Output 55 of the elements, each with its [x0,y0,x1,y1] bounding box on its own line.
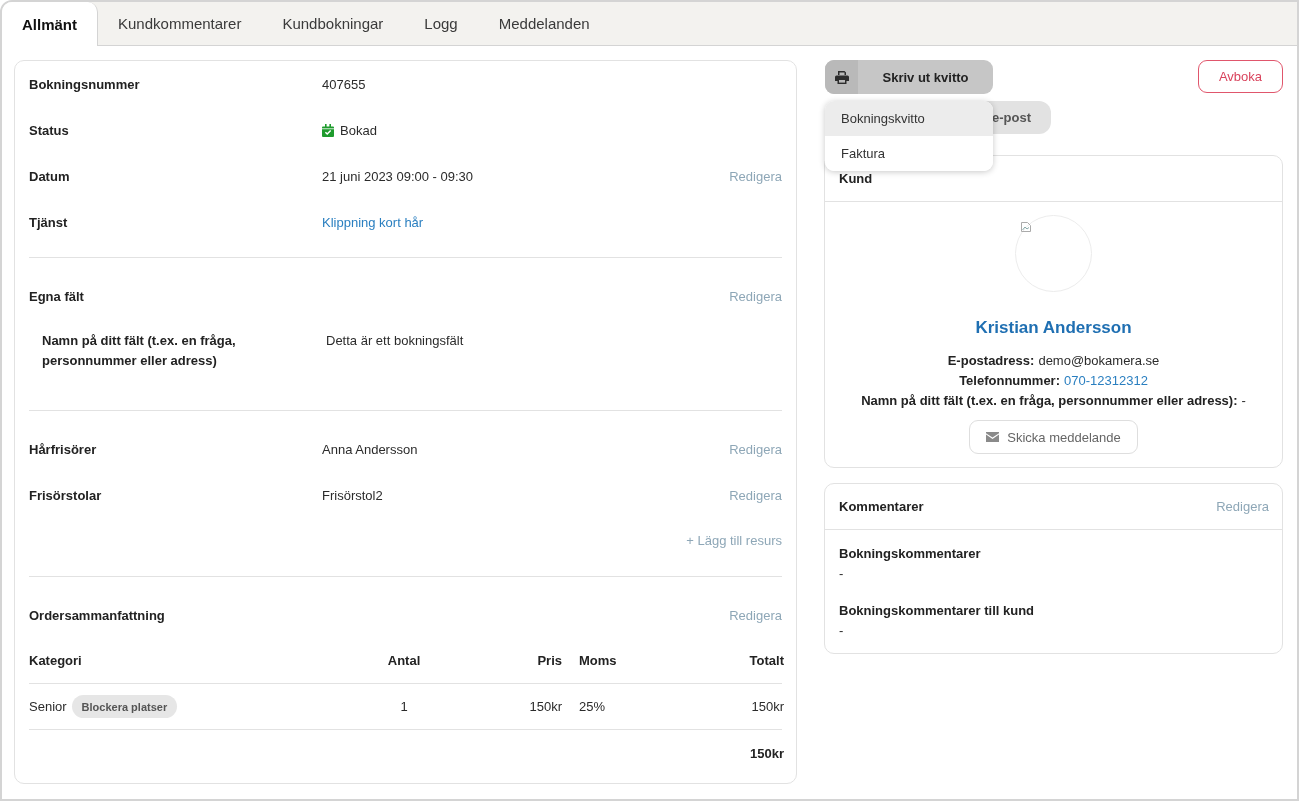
card-title: Kommentarer [839,499,924,514]
tab[interactable]: Kundkommentarer [98,2,263,45]
table-cell-text: 1 [399,699,409,714]
column-header: Pris [536,653,562,668]
field-label: Frisörstolar [29,487,103,503]
comment-value: - [839,565,845,583]
tab[interactable]: Meddelanden [478,2,611,45]
phone-link[interactable]: 070-12312312 [1064,371,1148,391]
column-header: Antal [386,653,422,668]
section-title: Egna fält [29,288,85,304]
field-label: Datum [29,168,71,184]
field-value: Detta är ett bokningsfält [326,333,464,348]
table-cell-text: 150kr [750,699,784,714]
customer-name[interactable]: Kristian Andersson [975,316,1132,340]
broken-image-icon [1021,222,1031,232]
tab[interactable]: Allmänt [2,2,98,46]
cancel-booking-button[interactable]: Avboka [1198,60,1283,93]
table-cell-text: 150kr [528,699,562,714]
menu-item[interactable]: Bokningskvitto [825,101,993,136]
send-message-button[interactable]: Skicka meddelande [969,420,1138,454]
tag: Blockera platser [71,695,178,718]
comment-value: - [839,622,845,640]
column-header: Totalt [748,653,784,668]
field-label: Namn på ditt fält (t.ex. en fråga, personnummer eller adress) [42,332,237,370]
grand-total: 150kr [749,745,784,761]
field-label: Status [29,122,70,138]
info-label: Telefonnummer: [959,372,1060,390]
status-text: Bokad [340,122,377,138]
section-title: Ordersammanfattning [29,607,166,623]
table-cell: Senior [29,699,67,714]
field-value: 21 juni 2023 09:00 - 09:30 [322,168,474,184]
info-value: - [1241,392,1246,410]
column-header: Kategori [29,653,83,668]
table-cell-text: 25% [578,699,607,714]
field-value: 407655 [322,76,366,92]
info-label: E-postadress: [947,352,1035,370]
service-link[interactable]: Klippning kort hår [322,214,424,230]
card-title: Kund [839,171,873,186]
tab[interactable]: Logg [404,2,479,45]
field-label: Bokningsnummer [29,76,141,92]
info-value: demo@bokamera.se [1038,352,1160,370]
comment-label: Bokningskommentarer [839,545,982,563]
field-value: Frisörstol2 [322,487,383,503]
print-receipt-button[interactable]: Skriv ut kvitto [825,60,993,94]
calendar-check-icon [322,123,334,137]
printer-icon [834,70,849,84]
envelope-icon [986,432,1000,442]
field-value: Anna Andersson [322,441,418,457]
tab[interactable]: Kundbokningar [262,2,405,45]
info-label: Namn på ditt fält (t.ex. en fråga, personnummer eller adress): [861,392,1238,410]
menu-item[interactable]: Faktura [825,136,993,171]
field-label: Hårfrisörer [29,441,98,457]
field-label: Tjänst [29,214,69,230]
comment-label: Bokningskommentarer till kund [839,602,1036,620]
column-header: Moms [578,653,618,668]
